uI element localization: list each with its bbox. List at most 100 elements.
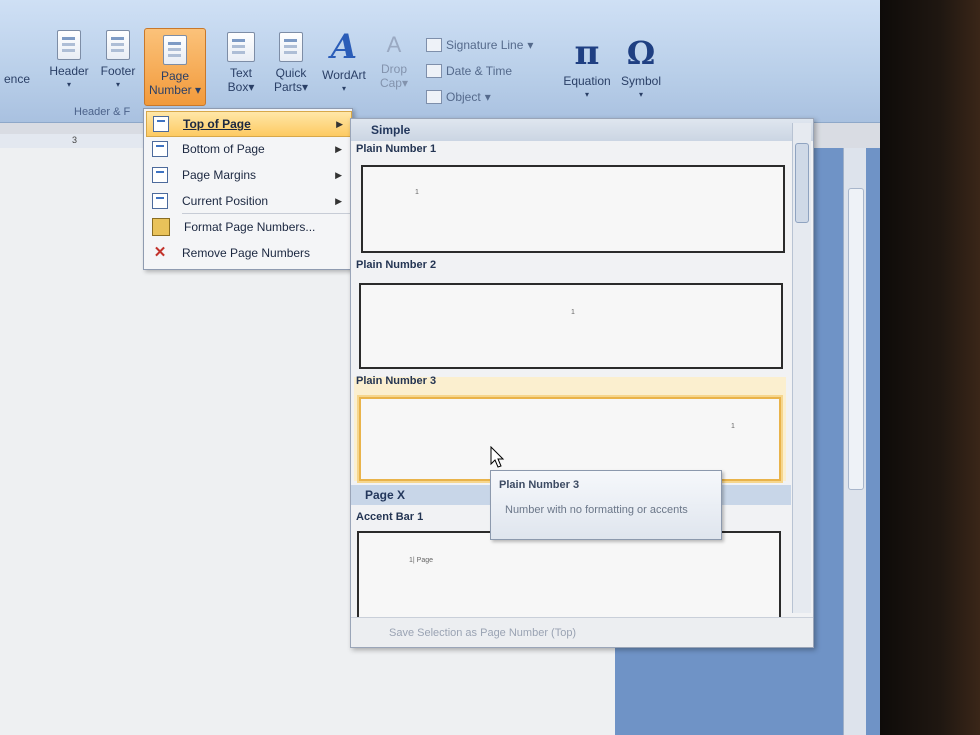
tooltip-description: Number with no formatting or accents — [505, 504, 688, 516]
text-box-icon — [227, 32, 255, 62]
gallery-item-label: Accent Bar 1 — [356, 511, 424, 523]
format-numbers-icon — [152, 218, 170, 236]
scrollbar-thumb[interactable] — [848, 188, 864, 490]
current-position-icon — [152, 193, 168, 209]
signature-line-label: Signature Line — [446, 38, 524, 52]
ruler[interactable]: 3 — [0, 134, 150, 149]
mouse-cursor-icon — [490, 446, 505, 468]
page-number-label-line1: Page — [160, 69, 190, 83]
date-time-button[interactable]: Date & Time — [426, 64, 512, 78]
page-top-icon — [153, 116, 169, 132]
object-label: Object — [446, 90, 481, 104]
page-number-button[interactable]: Page Number ▾ — [144, 28, 206, 106]
footer-icon — [106, 30, 130, 60]
menu-item-label: Page Margins — [182, 168, 257, 182]
date-time-label: Date & Time — [446, 64, 513, 78]
header-button[interactable]: Header ▾ — [46, 30, 92, 92]
save-selection-label: Save Selection as Page Number (Top) — [389, 627, 577, 639]
tooltip: Plain Number 3 Number with no formatting… — [490, 470, 722, 540]
dropdown-icon: ▾ — [115, 80, 120, 89]
dropdown-icon: ▾ — [66, 80, 71, 89]
header-label: Header — [49, 64, 89, 78]
symbol-button[interactable]: Ω Symbol ▾ — [618, 36, 664, 102]
quick-parts-icon — [279, 32, 303, 62]
quick-parts-label-line1: Quick — [275, 66, 307, 80]
remove-numbers-icon: ✕ — [153, 244, 167, 261]
dropdown-icon: ▾ — [638, 90, 643, 99]
footer-button[interactable]: Footer ▾ — [96, 30, 140, 92]
submenu-arrow-icon: ▶ — [335, 143, 342, 154]
symbol-label: Symbol — [620, 74, 661, 88]
quick-parts-button[interactable]: Quick Parts▾ — [268, 32, 314, 94]
signature-line-button[interactable]: Signature Line ▾ — [426, 38, 533, 52]
text-box-label-line1: Text — [229, 66, 252, 80]
page-number-menu: Top of Page ▶ Bottom of Page ▶ Page Marg… — [143, 108, 353, 270]
ribbon: ence Header ▾ Footer ▾ Page Number ▾ Tex… — [0, 0, 880, 123]
group-label-header-footer: Header & F — [74, 106, 131, 118]
gallery-item-plain-number-2[interactable]: 1 — [359, 283, 783, 369]
menu-item-label: Top of Page — [183, 117, 251, 131]
menu-item-label: Bottom of Page — [182, 142, 265, 156]
tooltip-title: Plain Number 3 — [499, 479, 580, 491]
text-box-button[interactable]: Text Box▾ — [220, 32, 262, 94]
signature-icon — [426, 38, 442, 52]
gallery-item-plain-number-1[interactable]: 1 — [361, 165, 785, 253]
object-button[interactable]: Object ▾ — [426, 90, 491, 104]
monitor-bezel — [880, 0, 980, 735]
wordart-icon: A — [330, 27, 358, 67]
page-number-label-line2: Number ▾ — [148, 83, 202, 97]
pi-icon: π — [574, 33, 600, 73]
gallery-item-label: Plain Number 2 — [356, 259, 437, 271]
menu-item-top-of-page[interactable]: Top of Page ▶ — [146, 111, 352, 137]
drop-cap-icon: A — [386, 32, 402, 57]
dropdown-icon: ▾ — [584, 90, 589, 99]
drop-cap-label-line1: Drop — [380, 62, 407, 76]
page-number-gallery: Simple Plain Number 1 1 Plain Number 2 1… — [350, 118, 814, 648]
submenu-arrow-icon: ▶ — [335, 195, 342, 206]
gallery-item-label: Plain Number 1 — [356, 143, 437, 155]
page-number-preview: 1 — [415, 189, 419, 196]
gallery-scrollbar-thumb[interactable] — [795, 143, 809, 223]
text-box-label-line2: Box▾ — [227, 80, 255, 94]
gallery-item-label: Plain Number 3 — [356, 375, 437, 387]
quick-parts-label-line2: Parts▾ — [273, 80, 309, 94]
wordart-label: WordArt — [322, 68, 366, 82]
equation-label: Equation — [563, 74, 611, 88]
screen: ence Header ▾ Footer ▾ Page Number ▾ Tex… — [0, 0, 880, 735]
reference-label: ence — [3, 72, 31, 86]
menu-separator — [182, 213, 352, 214]
dropdown-icon: ▾ — [341, 84, 346, 93]
gallery-section-header: Simple — [351, 119, 813, 141]
gallery-item-accent-bar-1[interactable]: 1| Page — [357, 531, 781, 619]
page-number-preview: 1 — [571, 309, 575, 316]
object-icon — [426, 90, 442, 104]
gallery-scrollbar[interactable] — [792, 123, 811, 613]
gallery-item-plain-number-3[interactable]: 1 — [359, 397, 781, 481]
drop-cap-label-line2: Cap▾ — [379, 76, 409, 90]
page-number-icon — [163, 35, 187, 65]
save-selection-footer[interactable]: Save Selection as Page Number (Top) — [351, 617, 813, 647]
page-bottom-icon — [152, 141, 168, 157]
reference-button-fragment[interactable]: ence — [0, 72, 34, 86]
menu-item-label: Format Page Numbers... — [184, 220, 316, 234]
omega-icon: Ω — [626, 34, 656, 72]
menu-item-page-margins[interactable]: Page Margins ▶ — [146, 163, 350, 187]
calendar-icon — [426, 64, 442, 78]
equation-button[interactable]: π Equation ▾ — [558, 36, 616, 102]
header-icon — [57, 30, 81, 60]
menu-item-label: Current Position — [182, 194, 269, 208]
footer-label: Footer — [100, 64, 136, 78]
submenu-arrow-icon: ▶ — [335, 169, 342, 180]
page-number-preview: 1 — [731, 423, 735, 430]
drop-cap-button[interactable]: A Drop Cap▾ — [374, 32, 414, 90]
menu-item-label: Remove Page Numbers — [182, 246, 311, 260]
vertical-scrollbar[interactable] — [843, 148, 866, 735]
submenu-arrow-icon: ▶ — [336, 118, 343, 129]
page-margins-icon — [152, 167, 168, 183]
menu-item-remove-page-numbers[interactable]: ✕ Remove Page Numbers — [146, 241, 350, 265]
menu-item-format-page-numbers[interactable]: Format Page Numbers... — [146, 215, 350, 239]
wordart-button[interactable]: A WordArt ▾ — [316, 30, 372, 96]
ruler-mark: 3 — [72, 135, 78, 145]
menu-item-bottom-of-page[interactable]: Bottom of Page ▶ — [146, 137, 350, 161]
menu-item-current-position[interactable]: Current Position ▶ — [146, 189, 350, 213]
